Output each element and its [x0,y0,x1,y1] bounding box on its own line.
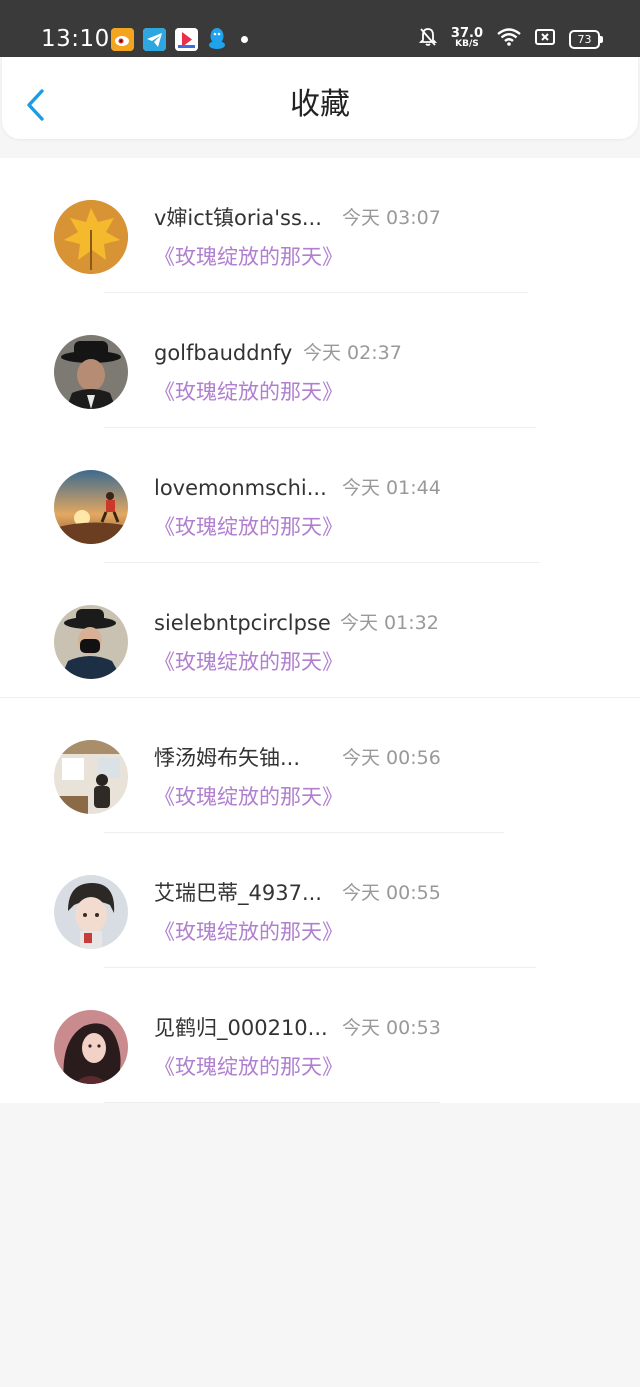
page-title: 收藏 [290,87,350,122]
favorites-list: v婶ict镇oria'ss... 今天 03:07 《玫瑰绽放的那天》 golf… [0,158,640,1103]
timestamp: 今天 03:07 [342,207,441,229]
book-title-link[interactable]: 《玫瑰绽放的那天》 [154,647,343,677]
net-speed-unit: KB/S [455,39,479,49]
user-name: v婶ict镇oria'ss... [154,206,322,230]
bell-muted-icon [418,27,438,51]
timestamp: 今天 01:32 [340,612,439,634]
qq-icon [207,28,227,51]
avatar [54,335,128,409]
user-name: golfbauddnfy [154,341,293,365]
timestamp: 今天 00:55 [342,882,441,904]
video-app-icon [175,27,198,51]
battery-icon: 73 [569,29,603,49]
notification-app-icons [111,27,248,51]
list-item[interactable]: 艾瑞巴蒂_4937... 今天 00:55 《玫瑰绽放的那天》 [0,833,640,968]
user-name: 悸汤姆布矢铀... [154,746,301,770]
user-name: sielebntpcirclpse [154,611,331,635]
avatar [54,1010,128,1084]
avatar [54,875,128,949]
close-box-icon [535,29,555,49]
user-name: 艾瑞巴蒂_4937... [154,881,322,905]
list-item[interactable]: golfbauddnfy 今天 02:37 《玫瑰绽放的那天》 [0,293,640,428]
book-title-link[interactable]: 《玫瑰绽放的那天》 [154,377,343,407]
avatar [54,470,128,544]
more-notifications-dot [241,35,248,43]
avatar [54,605,128,679]
timestamp: 今天 01:44 [342,477,441,499]
status-bar: 13:10 37.0 KB/S 73 [0,0,640,57]
app-header: 收藏 [2,57,638,139]
user-name: lovemonmschi... [154,476,327,500]
book-title-link[interactable]: 《玫瑰绽放的那天》 [154,1052,343,1082]
divider [104,1102,440,1103]
book-title-link[interactable]: 《玫瑰绽放的那天》 [154,512,343,542]
book-title-link[interactable]: 《玫瑰绽放的那天》 [154,782,343,812]
list-item[interactable]: lovemonmschi... 今天 01:44 《玫瑰绽放的那天》 [0,428,640,563]
book-title-link[interactable]: 《玫瑰绽放的那天》 [154,917,343,947]
user-name: 见鹤归_000210... [154,1016,328,1040]
net-speed: 37.0 KB/S [450,26,483,50]
book-title-link[interactable]: 《玫瑰绽放的那天》 [154,242,343,272]
timestamp: 今天 00:53 [342,1017,441,1039]
wifi-icon [497,28,521,50]
list-item[interactable]: v婶ict镇oria'ss... 今天 03:07 《玫瑰绽放的那天》 [0,158,640,293]
avatar [54,200,128,274]
list-item[interactable]: 见鹤归_000210... 今天 00:53 《玫瑰绽放的那天》 [0,968,640,1103]
weibo-icon [111,27,134,51]
list-item[interactable]: 悸汤姆布矢铀... 今天 00:56 《玫瑰绽放的那天》 [0,698,640,833]
status-time: 13:10 [41,26,110,52]
net-speed-value: 37.0 [450,26,483,41]
telegram-icon [143,27,166,51]
timestamp: 今天 00:56 [342,747,441,769]
list-item[interactable]: sielebntpcirclpse 今天 01:32 《玫瑰绽放的那天》 [0,563,640,698]
timestamp: 今天 02:37 [303,342,402,364]
avatar [54,740,128,814]
status-indicators: 37.0 KB/S 73 [418,26,603,52]
